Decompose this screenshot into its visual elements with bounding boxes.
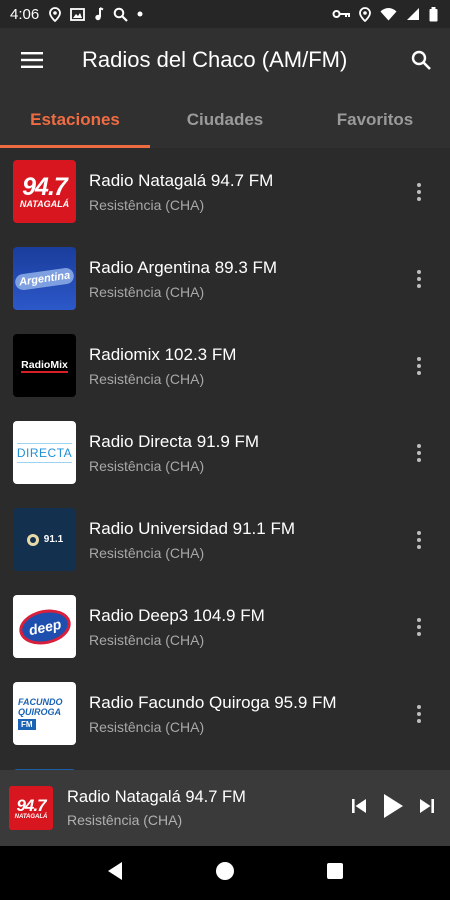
mini-player[interactable]: 94.7 NATAGALÁ Radio Natagalá 94.7 FM Res… — [0, 770, 450, 846]
station-logo: Argentina — [13, 247, 76, 310]
search-button[interactable] — [392, 28, 450, 92]
station-city: Resistência (CHA) — [89, 370, 205, 387]
more-vert-icon — [417, 182, 421, 201]
play-button[interactable] — [382, 793, 404, 824]
tab-estaciones[interactable]: Estaciones — [0, 92, 150, 148]
more-vert-icon — [417, 269, 421, 288]
nav-recents-button[interactable] — [326, 862, 344, 885]
app-bar: Radios del Chaco (AM/FM) — [0, 28, 450, 92]
more-vert-icon — [417, 530, 421, 549]
more-options-button[interactable] — [388, 496, 450, 583]
menu-button[interactable] — [0, 28, 64, 92]
more-vert-icon — [417, 704, 421, 723]
more-vert-icon — [417, 443, 421, 462]
station-city: Resistência (CHA) — [89, 544, 205, 561]
status-time: 4:06 — [10, 5, 40, 23]
more-options-button[interactable] — [388, 583, 450, 670]
station-logo: DIRECTA — [13, 421, 76, 484]
player-station-city: Resistência (CHA) — [67, 812, 183, 828]
more-options-button[interactable] — [388, 409, 450, 496]
station-logo: FACUNDO QUIROGA FM — [13, 682, 76, 745]
wifi-icon — [380, 7, 397, 21]
more-options-button[interactable] — [388, 670, 450, 757]
station-name: Radio Directa 91.9 FM — [89, 431, 260, 451]
hamburger-menu-icon — [21, 52, 43, 68]
tab-bar: Estaciones Ciudades Favoritos — [0, 92, 450, 148]
station-row[interactable]: Argentina Radio Argentina 89.3 FM Resist… — [0, 235, 450, 322]
station-row[interactable]: 91.1 Radio Universidad 91.1 FM Resistênc… — [0, 496, 450, 583]
station-city: Resistência (CHA) — [89, 283, 205, 300]
search-status-icon — [113, 7, 128, 22]
system-nav-bar — [0, 846, 450, 900]
back-triangle-icon — [107, 861, 122, 880]
station-logo: RadioMix — [13, 334, 76, 397]
tab-ciudades[interactable]: Ciudades — [150, 92, 300, 148]
signal-icon — [406, 7, 420, 21]
seal-icon — [26, 533, 39, 546]
location-pin-icon — [49, 6, 62, 22]
station-city: Resistência (CHA) — [89, 196, 205, 213]
station-row[interactable]: 94.7 NATAGALÁ Radio Natagalá 94.7 FM Res… — [0, 148, 450, 235]
station-city: Resistência (CHA) — [89, 457, 205, 474]
more-vert-icon — [417, 617, 421, 636]
vpn-key-icon — [332, 9, 350, 19]
station-logo: 94.7 NATAGALÁ — [13, 160, 76, 223]
station-city: Resistência (CHA) — [89, 631, 205, 648]
location-icon — [359, 6, 371, 22]
station-list: 94.7 NATAGALÁ Radio Natagalá 94.7 FM Res… — [0, 148, 450, 770]
app-title: Radios del Chaco (AM/FM) — [82, 47, 348, 72]
skip-next-button[interactable] — [418, 798, 436, 819]
station-row[interactable] — [0, 757, 450, 770]
nav-home-button[interactable] — [215, 861, 235, 886]
station-name: Radiomix 102.3 FM — [89, 344, 237, 364]
music-note-icon — [94, 7, 104, 21]
gallery-icon — [70, 7, 86, 21]
station-name: Radio Facundo Quiroga 95.9 FM — [89, 692, 337, 712]
battery-icon — [429, 6, 438, 22]
notification-dot-icon — [137, 11, 143, 17]
station-row[interactable]: FACUNDO QUIROGA FM Radio Facundo Quiroga… — [0, 670, 450, 757]
search-icon — [411, 50, 431, 70]
more-options-button[interactable] — [388, 235, 450, 322]
station-row[interactable]: deep Radio Deep3 104.9 FM Resistência (C… — [0, 583, 450, 670]
more-options-button[interactable] — [388, 322, 450, 409]
station-name: Radio Deep3 104.9 FM — [89, 605, 265, 625]
player-logo: 94.7 NATAGALÁ — [9, 786, 53, 830]
more-options-button[interactable] — [388, 148, 450, 235]
station-logo: deep — [13, 595, 76, 658]
station-row[interactable]: RadioMix Radiomix 102.3 FM Resistência (… — [0, 322, 450, 409]
station-city: Resistência (CHA) — [89, 718, 205, 735]
skip-next-icon — [420, 798, 434, 813]
station-name: Radio Natagalá 94.7 FM — [89, 170, 274, 190]
station-logo: 91.1 — [13, 508, 76, 571]
skip-previous-button[interactable] — [350, 798, 368, 819]
skip-previous-icon — [352, 798, 366, 813]
station-row[interactable]: DIRECTA Radio Directa 91.9 FM Resistênci… — [0, 409, 450, 496]
recents-square-icon — [327, 862, 344, 879]
tab-favoritos[interactable]: Favoritos — [300, 92, 450, 148]
play-icon — [384, 793, 403, 818]
home-circle-icon — [215, 861, 234, 880]
station-name: Radio Universidad 91.1 FM — [89, 518, 295, 538]
more-vert-icon — [417, 356, 421, 375]
status-bar: 4:06 — [0, 0, 450, 28]
player-station-name: Radio Natagalá 94.7 FM — [67, 788, 246, 806]
station-name: Radio Argentina 89.3 FM — [89, 257, 278, 277]
nav-back-button[interactable] — [106, 861, 124, 886]
